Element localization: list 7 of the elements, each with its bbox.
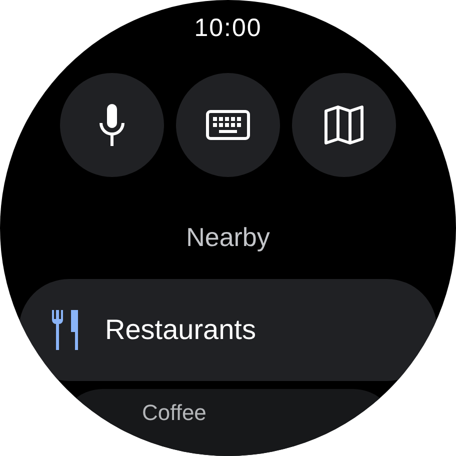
keyboard-icon bbox=[206, 110, 250, 140]
cutlery-icon bbox=[51, 310, 79, 350]
category-chip[interactable]: Restaurants bbox=[19, 279, 437, 381]
time: 10:00 bbox=[194, 13, 262, 43]
map-icon bbox=[324, 105, 364, 145]
microphone-icon bbox=[99, 104, 125, 146]
section-title: Nearby bbox=[186, 221, 270, 253]
